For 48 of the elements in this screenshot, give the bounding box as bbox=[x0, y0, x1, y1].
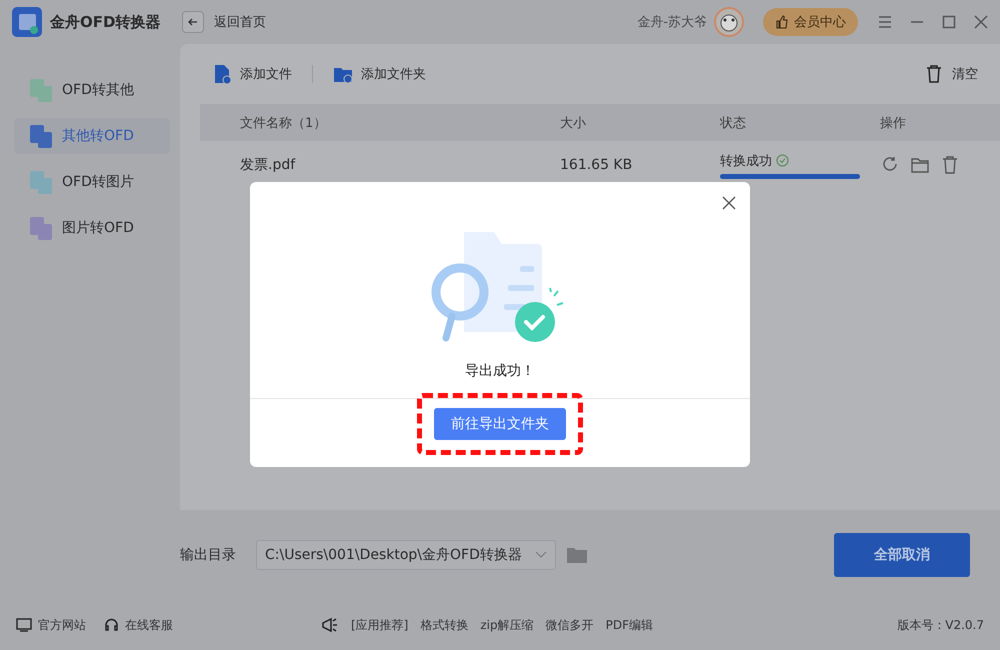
open-export-folder-button[interactable]: 前往导出文件夹 bbox=[434, 408, 566, 440]
cancel-all-button[interactable]: 全部取消 bbox=[834, 533, 970, 577]
file-size-cell-text: 161.65 KB bbox=[560, 157, 634, 173]
column-header: 文件名称（1） bbox=[240, 114, 328, 132]
check-circle-icon bbox=[776, 154, 789, 167]
trash-icon bbox=[924, 64, 944, 84]
promo-link[interactable]: 微信多开 bbox=[546, 616, 594, 634]
app-title: 金舟OFD转换器 bbox=[50, 12, 162, 32]
output-directory-label: 输出目录 bbox=[180, 546, 237, 564]
thumbs-up-icon bbox=[775, 15, 789, 29]
promo-link[interactable]: 格式转换 bbox=[420, 616, 468, 634]
member-center-button[interactable]: 会员中心 bbox=[763, 8, 858, 36]
app-logo-icon bbox=[12, 7, 42, 37]
user-name: 金舟-苏大爷 bbox=[637, 14, 707, 31]
footer-link[interactable]: 在线客服 bbox=[104, 616, 173, 634]
footer-link[interactable]: 官方网站 bbox=[16, 616, 86, 634]
output-path-select[interactable]: C:\Users\001\Desktop\金舟OFD转换器 bbox=[256, 540, 556, 570]
sidebar-item[interactable]: 图片转OFD bbox=[14, 210, 170, 246]
megaphone-icon bbox=[321, 617, 339, 633]
file-name-cell-text: 发票.pdf bbox=[240, 156, 296, 174]
clear-button[interactable]: 清空 bbox=[924, 64, 978, 84]
avatar-icon[interactable] bbox=[713, 6, 745, 38]
success-message: 导出成功！ bbox=[465, 362, 535, 380]
add-file-button[interactable]: 添加文件 bbox=[212, 64, 292, 84]
back-arrow-icon bbox=[187, 16, 199, 28]
folder-icon[interactable] bbox=[566, 545, 588, 565]
close-icon bbox=[722, 196, 736, 210]
add-folder-button[interactable]: 添加文件夹 bbox=[333, 64, 426, 84]
status-text: 转换成功 bbox=[720, 152, 772, 170]
promo-link[interactable]: PDF编辑 bbox=[606, 616, 654, 634]
maximize-icon[interactable] bbox=[942, 15, 956, 29]
menu-icon[interactable] bbox=[878, 15, 892, 29]
sidebar-item[interactable]: OFD转其他 bbox=[14, 72, 170, 108]
close-icon[interactable] bbox=[974, 15, 988, 29]
chevron-down-icon bbox=[535, 551, 547, 559]
version-label: 版本号：V2.0.7 bbox=[897, 616, 984, 634]
sidebar-item[interactable]: OFD转图片 bbox=[14, 164, 170, 200]
promo-link[interactable]: zip解压缩 bbox=[480, 616, 534, 634]
back-link[interactable]: 返回首页 bbox=[214, 13, 266, 31]
headset-icon bbox=[104, 618, 119, 632]
column-header: 状态 bbox=[720, 114, 747, 132]
delete-icon[interactable] bbox=[940, 155, 960, 175]
monitor-icon bbox=[16, 618, 32, 632]
promo-link[interactable]: [应用推荐] bbox=[351, 616, 408, 634]
column-header: 大小 bbox=[560, 114, 587, 132]
column-header: 操作 bbox=[880, 114, 907, 132]
add-file-icon bbox=[212, 64, 232, 84]
back-button[interactable] bbox=[182, 11, 204, 33]
